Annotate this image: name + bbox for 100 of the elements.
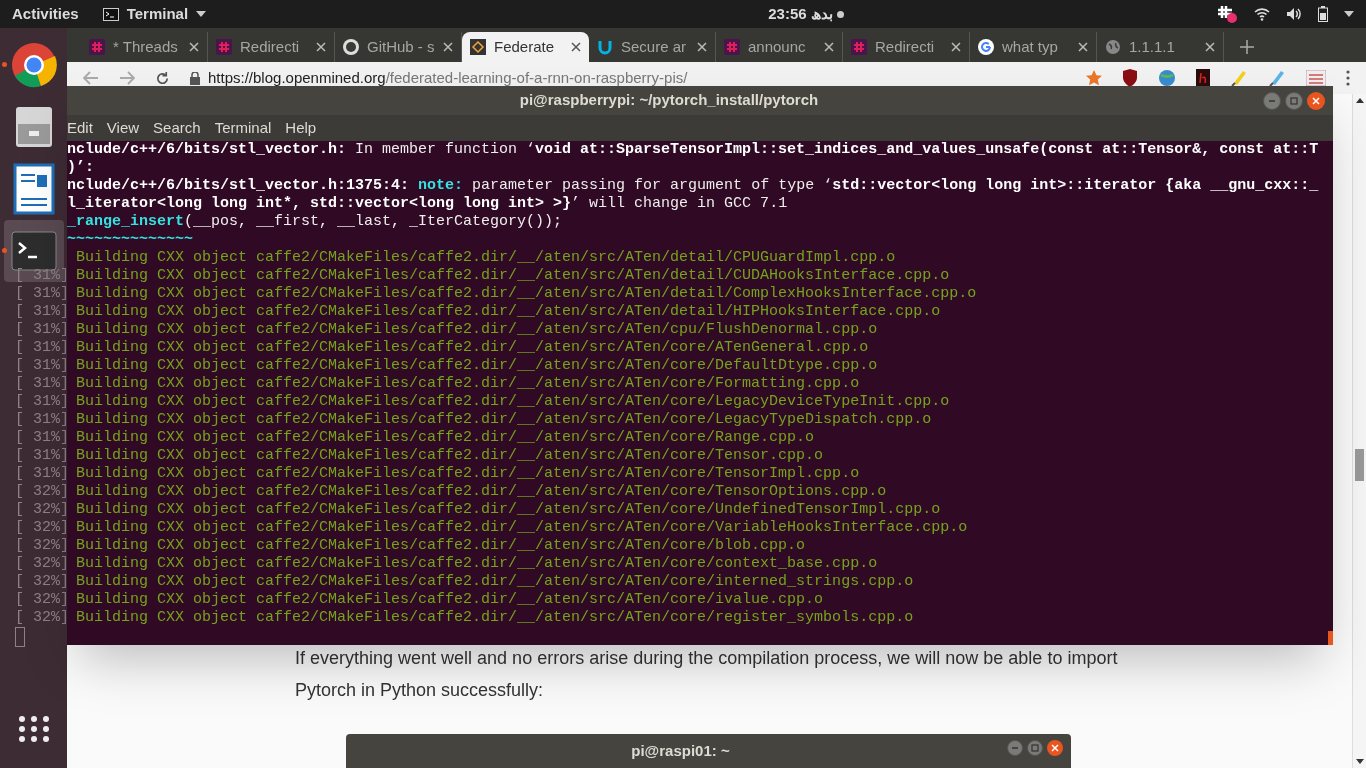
hash-logo-icon [216, 39, 232, 55]
terminal-line: Building CXX object caffe2/CMakeFiles/caffe2.dir/__/aten/src/ATen/core/LegacyDeviceTypeInit.cpp.o [75, 393, 950, 411]
hash-logo-icon [89, 39, 105, 55]
square-icon [1031, 744, 1039, 752]
globe-icon[interactable] [1158, 69, 1176, 87]
progress-percent: [ 32%] [15, 537, 69, 554]
progress-percent: [ 31%] [15, 285, 69, 302]
terminal-line: _range_insert(__pos, __first, __last, _IterCategory()); [67, 213, 563, 231]
close-icon[interactable] [316, 42, 326, 52]
activities-button[interactable]: Activities [0, 2, 91, 26]
scroll-up-icon[interactable] [1355, 98, 1364, 103]
caret-icon [196, 11, 207, 17]
extension-icon[interactable] [1196, 69, 1210, 87]
reload-icon[interactable] [155, 70, 170, 86]
chat-app-icon[interactable] [1216, 4, 1238, 24]
terminal-line: Building CXX object caffe2/CMakeFiles/caffe2.dir/__/aten/src/ATen/core/VariableHooksInterface.cpp.o [75, 519, 968, 537]
highlighter-icon[interactable] [1230, 69, 1248, 87]
tab-title: announc [748, 36, 807, 57]
scroll-down-icon[interactable] [1355, 759, 1364, 764]
terminal-line: Building CXX object caffe2/CMakeFiles/caffe2.dir/__/aten/src/ATen/core/ATenGeneral.cpp.o [75, 339, 869, 357]
terminal-line: nclude/c++/6/bits/stl_vector.h: In member function ‘void at::SparseTensorImpl::set_indices_and_values_unsafe(const at::Tensor&, const at::T [67, 141, 1319, 159]
hash-logo-icon [724, 39, 740, 55]
app-grid-icon[interactable] [17, 716, 50, 742]
terminal-line: Building CXX object caffe2/CMakeFiles/caffe2.dir/__/aten/src/ATen/core/UndefinedTensorImpl.cpp.o [75, 501, 941, 519]
minus-icon [1011, 744, 1019, 752]
terminal-line: ~~~~~~~~~~~~~~ [67, 231, 194, 249]
terminal-line: Building CXX object caffe2/CMakeFiles/caffe2.dir/__/aten/src/ATen/core/TensorImpl.cpp.o [75, 465, 860, 483]
window-title: pi@raspberrypi: ~/pytorch_install/pytorch [518, 90, 820, 111]
terminal-line: Building CXX object caffe2/CMakeFiles/caffe2.dir/__/aten/src/ATen/detail/CPUGuardImpl.cpp.o [75, 249, 896, 267]
scrollbar[interactable] [1352, 94, 1366, 768]
terminal-line: Building CXX object caffe2/CMakeFiles/caffe2.dir/__/aten/src/ATen/detail/CUDAHooksInterface.cpp.o [75, 267, 950, 285]
close-icon[interactable] [443, 42, 453, 52]
terminal-line: Building CXX object caffe2/CMakeFiles/caffe2.dir/__/aten/src/ATen/core/Range.cpp.o [75, 429, 815, 447]
close-icon[interactable] [1205, 42, 1215, 52]
terminal-line: Building CXX object caffe2/CMakeFiles/caffe2.dir/__/aten/src/ATen/core/blob.cpp.o [75, 537, 806, 555]
url-field[interactable]: https://blog.openmined.org/federated-learning-of-a-rnn-on-raspberry-pis/ [190, 66, 1066, 90]
caret-icon[interactable] [1344, 11, 1354, 17]
terminal-line: Building CXX object caffe2/CMakeFiles/caffe2.dir/__/aten/src/ATen/core/TensorOptions.cpp.o [75, 483, 887, 501]
progress-percent: [ 31%] [15, 393, 69, 410]
new-tab-icon[interactable] [1240, 40, 1254, 54]
terminal-line: Building CXX object caffe2/CMakeFiles/caffe2.dir/__/aten/src/ATen/detail/ComplexHooksInterface.cpp.o [75, 285, 977, 303]
close-icon[interactable] [1078, 42, 1088, 52]
progress-percent: [ 31%] [15, 267, 69, 284]
wifi-icon[interactable] [1254, 7, 1270, 21]
highlighter-icon[interactable] [1268, 69, 1286, 87]
tab-title: Redirecti [240, 36, 301, 57]
scrollbar-thumb[interactable] [1328, 631, 1333, 645]
menu-item[interactable]: Search [153, 116, 201, 140]
tab-title: * Threads [113, 36, 179, 57]
dot-icon [836, 10, 844, 18]
close-icon [1312, 96, 1320, 105]
app-menu[interactable]: Terminal [102, 2, 207, 26]
g-logo-icon [978, 39, 994, 55]
close-icon [1051, 744, 1059, 752]
close-icon[interactable] [189, 42, 199, 52]
progress-percent: [ 32%] [15, 609, 69, 626]
menu-item[interactable]: Help [285, 116, 317, 140]
close-icon[interactable] [824, 42, 834, 52]
menu-icon[interactable] [1346, 70, 1350, 86]
shield-icon[interactable] [1122, 69, 1138, 87]
close-button[interactable] [1307, 91, 1325, 110]
battery-icon[interactable] [1318, 6, 1328, 22]
tab-title: Redirecti [875, 36, 936, 57]
terminal-line: Building CXX object caffe2/CMakeFiles/caffe2.dir/__/aten/src/ATen/core/context_base.cpp.o [75, 555, 878, 573]
clock[interactable]: 23:56 بدھ [768, 2, 833, 26]
volume-icon[interactable] [1286, 7, 1302, 21]
hash-logo-icon [851, 39, 867, 55]
tab-title: what typ [1002, 36, 1059, 57]
progress-percent: [ 31%] [15, 465, 69, 482]
tab-title: GitHub - s [367, 36, 435, 57]
menu-item[interactable]: Terminal [214, 116, 272, 140]
terminal-line: )’: [67, 159, 94, 177]
progress-percent: [ 31%] [15, 321, 69, 338]
close-icon[interactable] [951, 42, 961, 52]
close-icon[interactable] [571, 42, 581, 52]
lock-icon [190, 71, 200, 85]
star-icon[interactable] [1086, 70, 1102, 86]
terminal-line: Building CXX object caffe2/CMakeFiles/caffe2.dir/__/aten/src/ATen/cpu/FlushDenormal.cpp.o [75, 321, 878, 339]
progress-percent: [ 32%] [15, 555, 69, 572]
close-button[interactable] [1047, 740, 1063, 756]
menu-item[interactable]: View [106, 116, 140, 140]
square-icon [1290, 96, 1298, 105]
progress-percent: [ 31%] [15, 339, 69, 356]
terminal-line: Building CXX object caffe2/CMakeFiles/caffe2.dir/__/aten/src/ATen/core/Formatting.cpp.o [75, 375, 860, 393]
progress-percent: [ 31%] [15, 411, 69, 428]
cursor-icon [15, 627, 25, 647]
extension-icon[interactable] [1306, 70, 1326, 86]
article-text: Pytorch in Python successfully: [295, 679, 545, 702]
menu-item[interactable]: Edit [67, 116, 93, 140]
globe-icon [1105, 39, 1121, 55]
tab-title: Secure ar [621, 36, 688, 57]
terminal-line: Building CXX object caffe2/CMakeFiles/caffe2.dir/__/aten/src/ATen/core/DefaultDtype.cpp.o [75, 357, 878, 375]
terminal-line: Building CXX object caffe2/CMakeFiles/caffe2.dir/__/aten/src/ATen/core/ivalue.cpp.o [75, 591, 824, 609]
progress-percent: [ 32%] [15, 483, 69, 500]
terminal-line: Building CXX object caffe2/CMakeFiles/caffe2.dir/__/aten/src/ATen/core/Tensor.cpp.o [75, 447, 824, 465]
browser-tab[interactable]: Federate [462, 32, 589, 62]
scrollbar-thumb[interactable] [1355, 449, 1364, 481]
progress-percent: [ 32%] [15, 501, 69, 518]
close-icon[interactable] [697, 42, 707, 52]
diamond-logo-icon [470, 39, 486, 55]
